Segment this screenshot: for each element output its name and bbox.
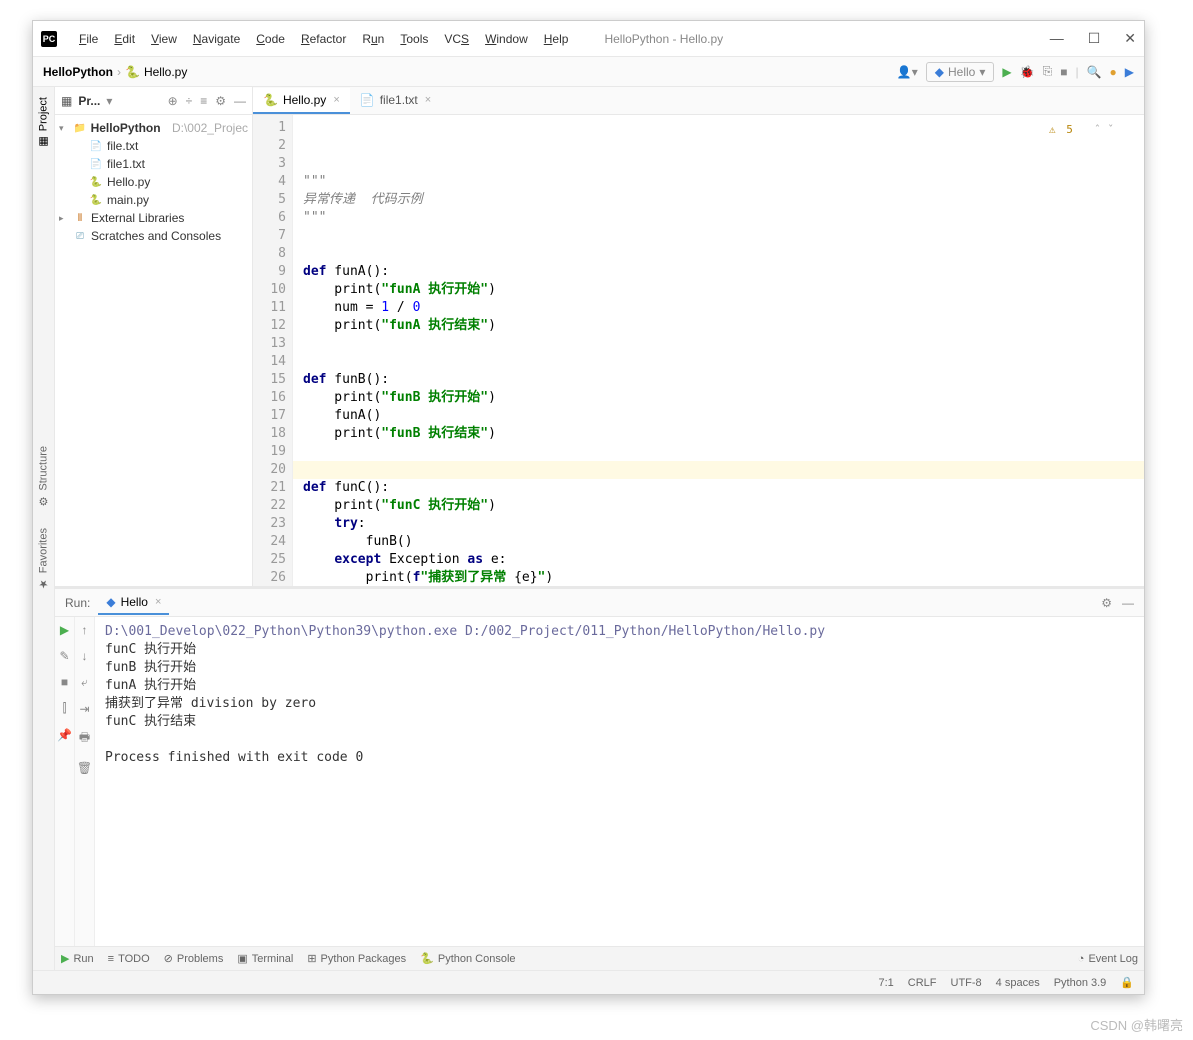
window-title: HelloPython - Hello.py — [604, 32, 1049, 46]
target-icon[interactable]: ⊕ — [168, 94, 178, 108]
app-icon: PC — [41, 31, 57, 47]
menu-vcs[interactable]: VCS — [436, 29, 477, 49]
tree-file[interactable]: 📄file.txt — [55, 137, 252, 155]
nav-bar: HelloPython › 🐍 Hello.py 👤▾ ◆Hello▾ ▶ 🐞 … — [33, 57, 1144, 87]
breadcrumb-project[interactable]: HelloPython — [43, 65, 113, 79]
coverage-icon[interactable]: ⎘ — [1043, 64, 1053, 79]
bottom-tab-pyconsole[interactable]: 🐍 Python Console — [420, 952, 515, 965]
menu-help[interactable]: Help — [536, 29, 577, 49]
status-encoding[interactable]: UTF-8 — [951, 977, 982, 989]
run-anything-icon[interactable]: ▶ — [1125, 65, 1134, 79]
bottom-tab-pypackages[interactable]: ⊞ Python Packages — [307, 952, 406, 965]
run-edit-icon[interactable]: ✎ — [59, 649, 69, 663]
console-output[interactable]: D:\001_Develop\022_Python\Python39\pytho… — [95, 617, 1144, 946]
print-icon[interactable]: 🖶 — [79, 728, 90, 749]
maximize-icon[interactable]: ☐ — [1088, 30, 1101, 47]
run-tab[interactable]: ◆Hello× — [98, 591, 169, 615]
code-editor[interactable]: 1234567891011121314151617181920212223242… — [253, 115, 1144, 586]
run-config-selector[interactable]: ◆Hello▾ — [926, 62, 995, 82]
tab-close-icon[interactable]: × — [425, 94, 431, 106]
status-indent[interactable]: 4 spaces — [996, 977, 1040, 989]
tree-file[interactable]: 🐍Hello.py — [55, 173, 252, 191]
inspection-badge[interactable]: ⚠ 5 ˆ ˇ — [1049, 121, 1114, 139]
project-pane: ▦ Pr... ▾ ⊕ ÷ ≡ ⚙ — ▾📁 — [55, 87, 253, 586]
debug-icon[interactable]: 🐞 — [1020, 65, 1035, 79]
breadcrumb-file[interactable]: Hello.py — [144, 65, 187, 79]
user-icon[interactable]: 👤▾ — [897, 65, 918, 79]
bottom-tab-run[interactable]: ▶Run — [61, 952, 94, 965]
title-bar: PC File Edit View Navigate Code Refactor… — [33, 21, 1144, 57]
menu-window[interactable]: Window — [477, 29, 536, 49]
tab-close-icon[interactable]: × — [333, 94, 339, 106]
run-tool-window: Run: ◆Hello× ⚙ — ▶ ✎ ■ ⫿ 📌 — [55, 586, 1144, 946]
editor-tab[interactable]: 🐍Hello.py× — [253, 88, 350, 114]
run-hide-icon[interactable]: — — [1122, 596, 1134, 610]
run-icon[interactable]: ▶ — [1002, 65, 1011, 79]
menu-tools[interactable]: Tools — [392, 29, 436, 49]
rail-favorites[interactable]: ★ Favorites — [37, 528, 50, 590]
bottom-tab-terminal[interactable]: ▣ Terminal — [237, 952, 293, 965]
layout-icon[interactable]: ⫿ — [63, 701, 67, 716]
collapse-icon[interactable]: ≡ — [200, 94, 207, 108]
lock-icon[interactable]: 🔒 — [1120, 976, 1134, 989]
pin-icon[interactable]: 📌 — [57, 728, 72, 742]
project-pane-label[interactable]: Pr... — [78, 94, 100, 108]
tree-file[interactable]: 🐍main.py — [55, 191, 252, 209]
down-icon[interactable]: ↓ — [82, 649, 88, 663]
tree-root[interactable]: ▾📁 HelloPython D:\002_Projec — [55, 119, 252, 137]
tree-file[interactable]: 📄file1.txt — [55, 155, 252, 173]
menu-file[interactable]: File — [71, 29, 106, 49]
rail-structure[interactable]: ⚙ Structure — [37, 446, 50, 508]
menu-edit[interactable]: Edit — [106, 29, 143, 49]
status-eol[interactable]: CRLF — [908, 977, 937, 989]
rail-project[interactable]: ▦ Project — [37, 97, 50, 148]
wrap-icon[interactable]: ⤶ — [81, 675, 88, 690]
menu-run[interactable]: Run — [354, 29, 392, 49]
menu-code[interactable]: Code — [248, 29, 293, 49]
minimize-icon[interactable]: — — [1050, 30, 1064, 47]
status-caret[interactable]: 7:1 — [878, 977, 893, 989]
up-icon[interactable]: ↑ — [82, 623, 88, 637]
stop-icon[interactable]: ■ — [1060, 65, 1067, 79]
editor-tab[interactable]: 📄file1.txt× — [350, 88, 441, 114]
tree-scratches[interactable]: ⎚Scratches and Consoles — [55, 227, 252, 245]
expand-icon[interactable]: ÷ — [186, 94, 193, 108]
left-tool-rail: ▦ Project ⚙ Structure ★ Favorites — [33, 87, 55, 970]
menu-view[interactable]: View — [143, 29, 185, 49]
menu-navigate[interactable]: Navigate — [185, 29, 248, 49]
settings-icon[interactable]: ⚙ — [215, 94, 226, 108]
run-panel-label: Run: — [65, 596, 90, 610]
tree-external-libs[interactable]: ▸⫴External Libraries — [55, 209, 252, 227]
search-icon[interactable]: 🔍 — [1087, 65, 1102, 79]
trash-icon[interactable]: 🗑 — [77, 761, 92, 775]
bottom-tool-tabs: ▶Run ≡ TODO ⊘ Problems ▣ Terminal ⊞ Pyth… — [55, 946, 1144, 970]
close-icon[interactable]: ✕ — [1124, 30, 1136, 47]
watermark: CSDN @韩曙亮 — [1090, 1015, 1183, 1034]
hide-icon[interactable]: — — [234, 94, 246, 108]
status-python[interactable]: Python 3.9 — [1054, 977, 1107, 989]
bottom-tab-todo[interactable]: ≡ TODO — [108, 953, 150, 965]
rerun-icon[interactable]: ▶ — [60, 623, 69, 637]
bottom-tab-problems[interactable]: ⊘ Problems — [164, 952, 224, 965]
menu-refactor[interactable]: Refactor — [293, 29, 354, 49]
stop-icon[interactable]: ■ — [61, 675, 68, 689]
event-log[interactable]: ◔ Event Log — [1078, 953, 1138, 965]
update-icon[interactable]: ● — [1110, 65, 1117, 79]
editor-tabs: 🐍Hello.py× 📄file1.txt× — [253, 87, 1144, 115]
status-bar: 7:1 CRLF UTF-8 4 spaces Python 3.9 🔒 — [33, 970, 1144, 994]
run-settings-icon[interactable]: ⚙ — [1101, 596, 1112, 610]
python-file-icon: 🐍 — [125, 65, 140, 79]
scroll-icon[interactable]: ⇥ — [79, 702, 89, 716]
project-view-icon: ▦ — [61, 94, 72, 108]
